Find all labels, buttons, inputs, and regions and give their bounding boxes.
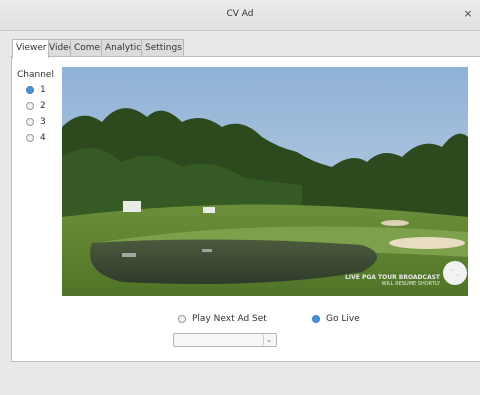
overlay-line-2: WILL RESUME SHORTLY: [381, 281, 440, 287]
go-live-label: Go Live: [326, 314, 360, 324]
radio-icon[interactable]: [26, 102, 34, 110]
radio-icon[interactable]: [178, 315, 186, 323]
tab-viewer[interactable]: Viewer: [12, 39, 49, 58]
window-title: CV Ad: [226, 9, 254, 19]
tab-analytics[interactable]: Analytics: [101, 39, 146, 56]
channel-option-2[interactable]: 2: [26, 100, 46, 112]
radio-icon[interactable]: [26, 134, 34, 142]
channel-option-label: 2: [40, 101, 46, 111]
radio-selected-icon[interactable]: [312, 315, 320, 323]
channel-label: Channel: [17, 70, 54, 80]
viewer-panel: Channel 1 2 3 4 LIVE PGA TOUR BROADCAST …: [11, 56, 480, 362]
app-window: CV Ad × Viewer Video Comer Analytics Set…: [0, 0, 480, 395]
title-bar: CV Ad ×: [0, 0, 480, 31]
video-preview[interactable]: LIVE PGA TOUR BROADCAST WILL RESUME SHOR…: [62, 67, 468, 296]
channel-option-label: 3: [40, 117, 46, 127]
chevron-down-icon[interactable]: ⌄: [263, 335, 274, 345]
channel-option-4[interactable]: 4: [26, 132, 46, 144]
tab-comer[interactable]: Comer: [70, 39, 105, 56]
channel-option-label: 1: [40, 85, 46, 95]
radio-icon[interactable]: [26, 118, 34, 126]
play-next-ad-set-label: Play Next Ad Set: [192, 314, 267, 324]
radio-selected-icon[interactable]: [26, 86, 34, 94]
go-live-option[interactable]: Go Live: [312, 313, 360, 325]
ad-set-select[interactable]: ⌄: [173, 333, 277, 347]
channel-option-1[interactable]: 1: [26, 84, 46, 96]
play-next-ad-set-option[interactable]: Play Next Ad Set: [178, 313, 267, 325]
channel-option-3[interactable]: 3: [26, 116, 46, 128]
golf-course-scene-image: [62, 67, 468, 296]
tab-settings[interactable]: Settings: [141, 39, 184, 56]
broadcast-overlay: LIVE PGA TOUR BROADCAST WILL RESUME SHOR…: [345, 274, 440, 288]
channel-option-label: 4: [40, 133, 46, 143]
close-icon[interactable]: ×: [461, 6, 475, 22]
overlay-line-1: LIVE PGA TOUR BROADCAST: [345, 274, 440, 281]
